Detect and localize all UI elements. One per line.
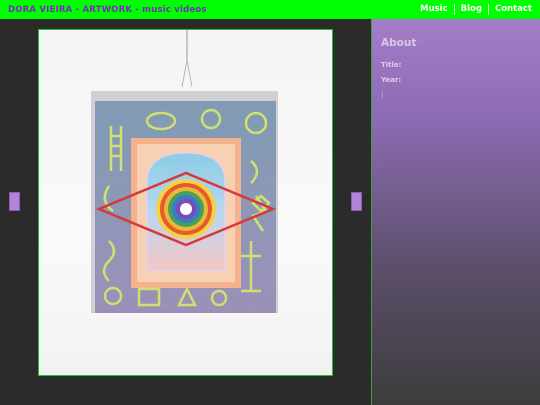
gallery-stage bbox=[0, 19, 371, 405]
main-nav: Music Blog Contact bbox=[414, 0, 534, 19]
prev-arrow-icon[interactable] bbox=[9, 192, 20, 211]
nav-blog-link[interactable]: Blog bbox=[455, 4, 488, 15]
title-label: Title: bbox=[381, 61, 402, 69]
about-panel: About Title: Year: | bbox=[371, 19, 540, 405]
year-row: Year: bbox=[381, 76, 531, 84]
year-label: Year: bbox=[381, 76, 402, 84]
hanging-wire bbox=[181, 30, 193, 88]
next-arrow-icon[interactable] bbox=[351, 192, 362, 211]
site-title[interactable]: DORA VIEIRA - ARTWORK - music videos bbox=[8, 5, 207, 15]
top-bar: DORA VIEIRA - ARTWORK - music videos Mus… bbox=[0, 0, 540, 19]
description-text: | bbox=[381, 91, 384, 99]
painting bbox=[91, 91, 278, 313]
nav-contact-link[interactable]: Contact bbox=[489, 4, 534, 15]
about-heading: About bbox=[381, 37, 417, 49]
nav-divider bbox=[453, 4, 455, 15]
title-row: Title: bbox=[381, 61, 531, 69]
nav-music-link[interactable]: Music bbox=[414, 4, 454, 15]
nav-divider bbox=[487, 4, 489, 15]
artwork-photo[interactable] bbox=[38, 29, 333, 376]
